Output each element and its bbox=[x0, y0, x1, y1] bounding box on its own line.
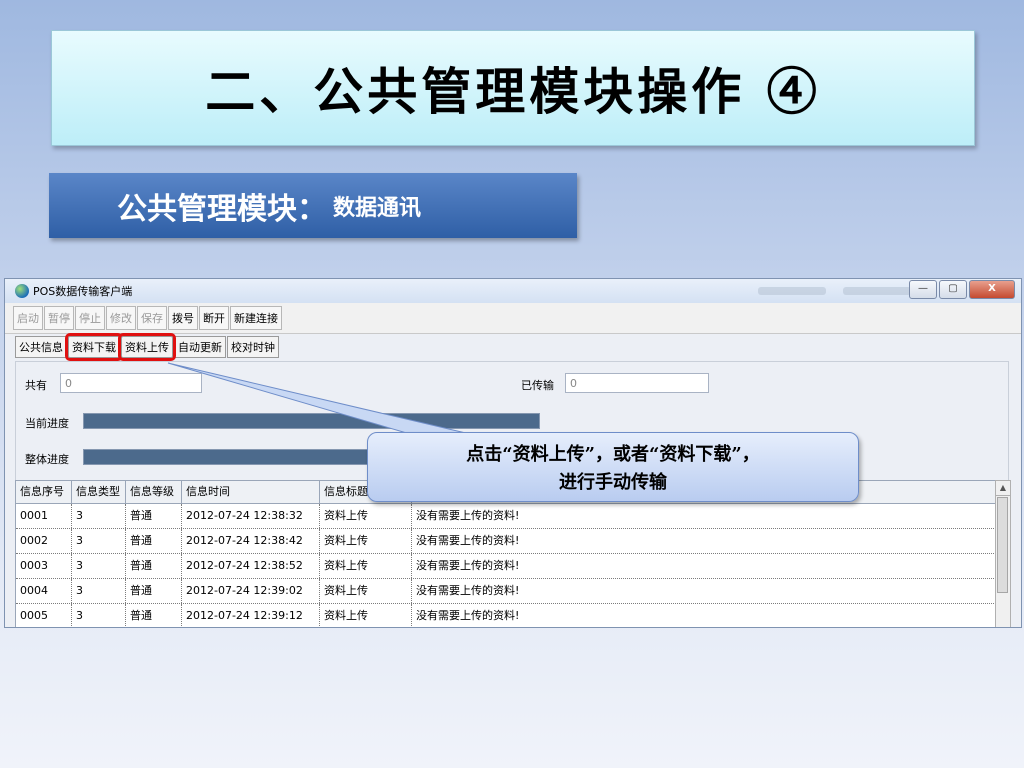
callout-pointer bbox=[167, 362, 471, 435]
callout-line2: 进行手动传输 bbox=[559, 472, 667, 493]
callout-pointer-shape bbox=[167, 362, 471, 435]
callout-line1: 点击“资料上传”，或者“资料下载”， bbox=[466, 444, 760, 465]
callout-bubble: 点击“资料上传”，或者“资料下载”， 进行手动传输 bbox=[367, 432, 859, 502]
